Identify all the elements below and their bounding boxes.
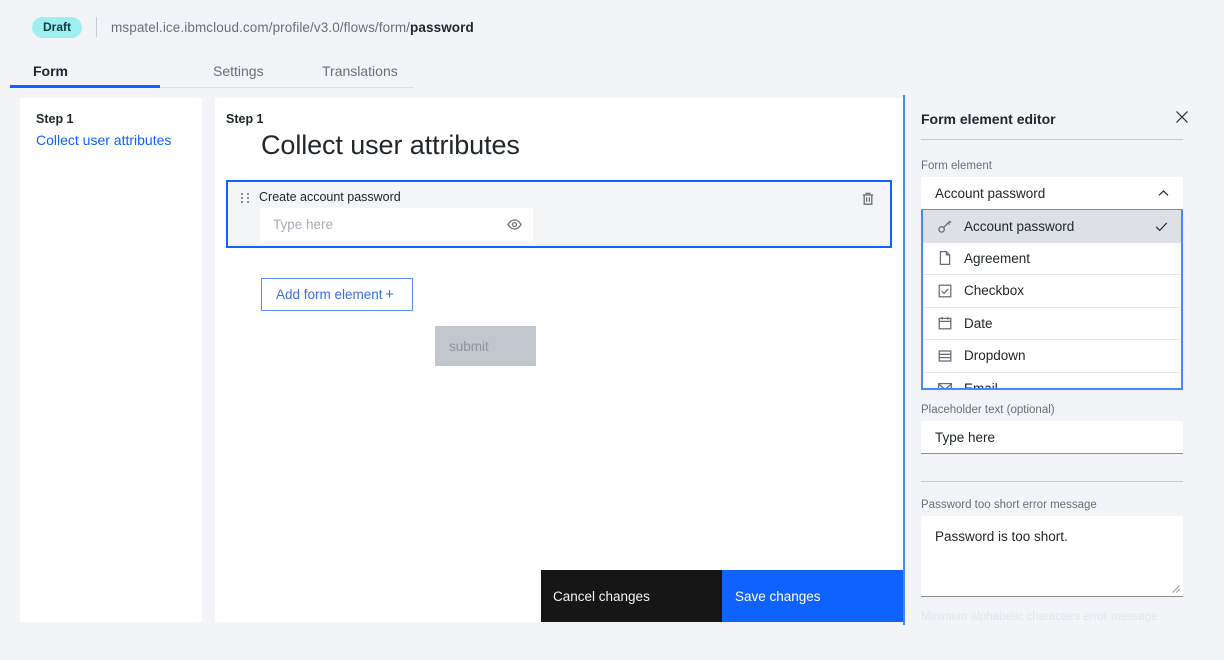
form-element-editor-panel: Form element editor Form element Account…	[903, 95, 1208, 625]
form-element-label: Create account password	[259, 190, 401, 204]
form-canvas: Step 1 Collect user attributes Create ac…	[215, 98, 903, 622]
submit-button-label: submit	[449, 338, 489, 354]
trash-icon[interactable]	[860, 191, 876, 207]
error-message-field-label: Password too short error message	[921, 499, 1097, 511]
tab-bar: Form Settings Translations	[10, 56, 414, 88]
form-element-field-label: Form element	[921, 160, 992, 172]
sidebar-item-collect-user-attributes[interactable]: Collect user attributes	[36, 132, 186, 148]
dropdown-option-label: Date	[964, 315, 993, 331]
checkbox-icon	[938, 284, 952, 298]
next-field-label-clipped: Minimum alphabetic characters error mess…	[921, 611, 1158, 623]
editor-title: Form element editor	[921, 111, 1056, 127]
top-bar: Draft mspatel.ice.ibmcloud.com/profile/v…	[0, 0, 1224, 54]
dropdown-option-dropdown[interactable]: Dropdown	[923, 340, 1181, 373]
editor-section-divider	[921, 481, 1183, 482]
list-icon	[938, 350, 952, 362]
chevron-up-icon	[1158, 189, 1169, 196]
placeholder-input-value: Type here	[935, 429, 996, 445]
status-badge: Draft	[32, 16, 83, 38]
eye-icon[interactable]	[507, 217, 522, 232]
drag-handle-icon[interactable]	[241, 193, 250, 205]
breadcrumb: mspatel.ice.ibmcloud.com/profile/v3.0/fl…	[111, 20, 474, 35]
error-message-value: Password is too short.	[935, 529, 1068, 544]
close-icon[interactable]	[1175, 110, 1189, 124]
document-icon	[939, 251, 951, 266]
resize-handle-icon[interactable]	[1171, 584, 1180, 593]
steps-panel: Step 1 Collect user attributes	[20, 98, 202, 622]
form-element-dropdown-list[interactable]: Account password Agreement Checkbox Date…	[921, 210, 1183, 390]
cancel-changes-button[interactable]: Cancel changes	[541, 570, 722, 622]
dropdown-option-checkbox[interactable]: Checkbox	[923, 275, 1181, 308]
canvas-step-label: Step 1	[226, 112, 264, 126]
dropdown-option-label: Agreement	[964, 250, 1031, 266]
check-icon	[1155, 222, 1168, 232]
app-root: Draft mspatel.ice.ibmcloud.com/profile/v…	[0, 0, 1224, 660]
dropdown-option-label: Checkbox	[964, 283, 1025, 299]
plus-icon: +	[385, 286, 394, 303]
tab-translations[interactable]: Translations	[270, 63, 414, 88]
form-element-select-value: Account password	[935, 185, 1046, 201]
envelope-icon	[937, 383, 953, 388]
password-input-placeholder: Type here	[273, 217, 334, 232]
page-title: Collect user attributes	[261, 130, 520, 160]
error-message-textarea[interactable]: Password is too short.	[921, 516, 1183, 597]
tab-active-indicator	[10, 85, 160, 88]
dropdown-option-label: Email	[964, 380, 998, 390]
dropdown-option-agreement[interactable]: Agreement	[923, 243, 1181, 275]
dropdown-option-label: Account password	[964, 218, 1075, 234]
tab-settings[interactable]: Settings	[160, 63, 270, 88]
placeholder-field-label: Placeholder text (optional)	[921, 404, 1055, 416]
breadcrumb-path: mspatel.ice.ibmcloud.com/profile/v3.0/fl…	[111, 19, 411, 35]
editor-divider	[921, 139, 1183, 140]
key-icon	[938, 220, 952, 233]
dropdown-option-email[interactable]: Email	[923, 373, 1181, 390]
placeholder-input[interactable]: Type here	[921, 421, 1183, 454]
add-form-element-button[interactable]: Add form element +	[261, 278, 413, 311]
steps-panel-step-label: Step 1	[36, 112, 74, 126]
submit-button[interactable]: submit	[435, 326, 536, 366]
divider	[96, 17, 98, 37]
calendar-icon	[938, 317, 952, 330]
form-element-card[interactable]: Create account password Type here	[226, 180, 892, 248]
form-element-select[interactable]: Account password	[921, 177, 1183, 210]
password-input[interactable]: Type here	[260, 208, 533, 241]
dropdown-option-date[interactable]: Date	[923, 308, 1181, 340]
dropdown-option-label: Dropdown	[964, 348, 1026, 364]
breadcrumb-current: password	[410, 19, 474, 35]
add-form-element-label: Add form element	[276, 287, 383, 302]
dropdown-option-account-password[interactable]: Account password	[923, 210, 1181, 243]
